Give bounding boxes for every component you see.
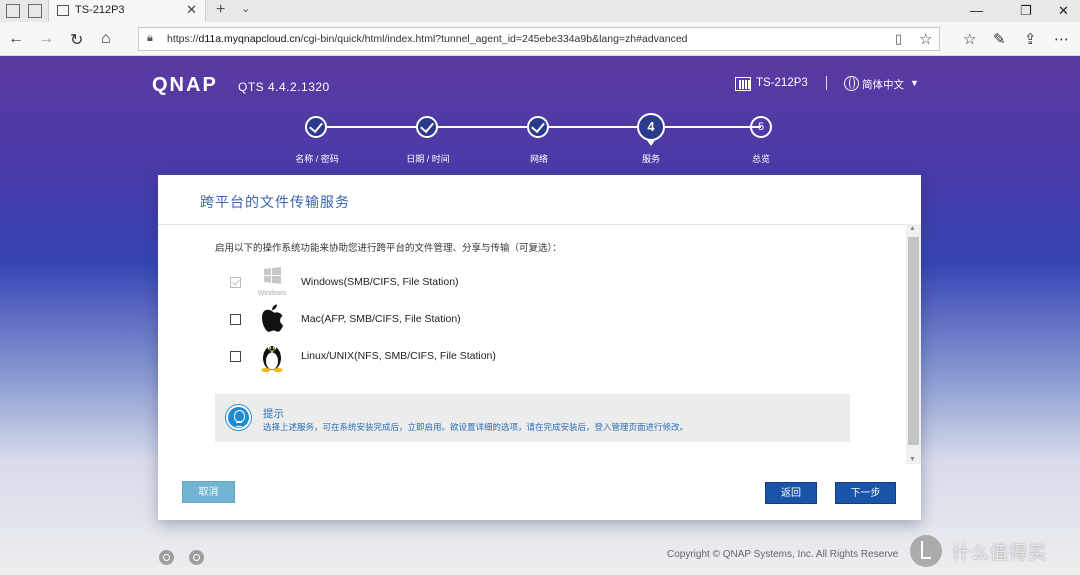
option-mac: Mac(AFP, SMB/CIFS, File Station) [230,303,630,335]
stepper-remaining-line [664,126,761,128]
tip-text: 选择上述服务，可在系统安装完成后，立即启用。欲设置详细的选项，请在完成安装后，登… [263,422,689,432]
caret-down-icon[interactable]: ▼ [910,78,919,88]
step-5-pending: 5 [750,116,772,138]
close-window-icon[interactable]: ✕ [1058,3,1069,19]
back-arrow-icon[interactable]: ← [8,30,24,48]
header-divider [826,76,827,90]
restore-icon[interactable]: ❐ [1020,3,1032,19]
mac-checkbox[interactable] [230,314,241,325]
svg-text:Windows: Windows [258,290,287,297]
page-icon [57,5,69,16]
tab-actions-icon[interactable] [6,4,20,18]
favorites-hub-icon[interactable]: ☆ [963,30,976,48]
new-tab-icon[interactable]: + [216,1,225,19]
scroll-thumb[interactable] [908,237,919,445]
pen-notes-icon[interactable]: ✎ [993,30,1006,48]
windows-checkbox[interactable] [230,277,241,288]
lock-icon: 🔒︎ [147,32,153,44]
step-label-name-password: 名称 / 密码 [295,154,339,164]
back-button[interactable]: 返回 [765,482,817,504]
step-label-network: 网络 [529,154,548,164]
refresh-icon[interactable]: ↻ [70,30,83,50]
globe-icon[interactable] [844,76,859,91]
step-label-date-time: 日期 / 时间 [406,154,450,164]
step-1-check-icon [305,116,327,138]
more-menu-icon[interactable]: ⋯ [1054,30,1069,48]
watermark-text: 什么值得买 [952,543,1047,563]
windows-option-label: Windows(SMB/CIFS, File Station) [301,276,459,288]
minimize-icon[interactable]: — [970,3,983,18]
tip-box: 提示 选择上述服务，可在系统安装完成后，立即启用。欲设置详细的选项，请在完成安装… [215,394,850,442]
panel-title: 跨平台的文件传输服务 [200,194,350,210]
services-panel: 跨平台的文件传输服务 启用以下的操作系统功能来协助您进行跨平台的文件管理、分享与… [158,175,921,520]
power-icon[interactable] [159,550,174,565]
url-field[interactable]: 🔒︎ https://d11a.myqnapcloud.cn/cgi-bin/q… [138,27,940,51]
intro-text: 启用以下的操作系统功能来协助您进行跨平台的文件管理、分享与传输（可复选）： [215,243,562,254]
step-3-check-icon [527,116,549,138]
option-linux: Linux/UNIX(NFS, SMB/CIFS, File Station) [230,340,630,372]
linux-checkbox[interactable] [230,351,241,362]
device-name: TS-212P3 [756,77,808,89]
browser-titlebar: TS-212P3 ✕ + ⌄ — ❐ ✕ [0,0,1080,22]
nas-device-icon [735,77,751,91]
linux-option-label: Linux/UNIX(NFS, SMB/CIFS, File Station) [301,350,496,362]
apple-icon [261,304,283,332]
step-label-summary: 总览 [751,154,770,164]
windows-icon: Windows [258,267,287,297]
scroll-down-icon[interactable]: ▼ [909,456,916,463]
qnap-logo: QNAP [152,74,218,96]
tux-penguin-icon [261,346,283,372]
next-button[interactable]: 下一步 [835,482,896,504]
set-tabs-aside-icon[interactable] [28,4,42,18]
scroll-up-icon[interactable]: ▲ [909,225,916,232]
step-2-check-icon [416,116,438,138]
lightbulb-icon [226,405,251,430]
restart-icon[interactable] [189,550,204,565]
mac-option-label: Mac(AFP, SMB/CIFS, File Station) [301,313,461,325]
step-label-services: 服务 [641,154,660,164]
browser-tab[interactable]: TS-212P3 ✕ [48,0,206,22]
forward-arrow-icon[interactable]: → [38,30,54,48]
option-windows: Windows Windows(SMB/CIFS, File Station) [230,266,630,298]
step-4-current: 4 [637,113,665,146]
address-bar: ← → ↻ ⌂ 🔒︎ https://d11a.myqnapcloud.cn/c… [0,22,1080,56]
tab-list-chevron-icon[interactable]: ⌄ [241,2,250,15]
copyright-text: Copyright © QNAP Systems, Inc. All Right… [667,549,899,560]
cancel-button[interactable]: 取消 [182,481,235,503]
reading-view-icon[interactable]: ▯ [895,31,902,47]
panel-scrollbar[interactable]: ▲ ▼ [906,224,921,464]
qts-version: QTS 4.4.2.1320 [238,80,330,94]
favorite-star-icon[interactable]: ☆ [919,30,932,48]
url-text[interactable]: https://d11a.myqnapcloud.cn/cgi-bin/quic… [167,33,688,45]
panel-divider [158,224,921,225]
home-icon[interactable]: ⌂ [101,30,111,48]
watermark-logo-icon [910,535,942,567]
language-selector[interactable]: 简体中文 [862,77,904,92]
tip-title: 提示 [263,408,284,420]
share-icon[interactable]: ⇪ [1024,30,1037,48]
close-tab-icon[interactable]: ✕ [186,2,197,18]
stepper-progress-line [316,126,650,128]
tab-title: TS-212P3 [75,4,125,16]
